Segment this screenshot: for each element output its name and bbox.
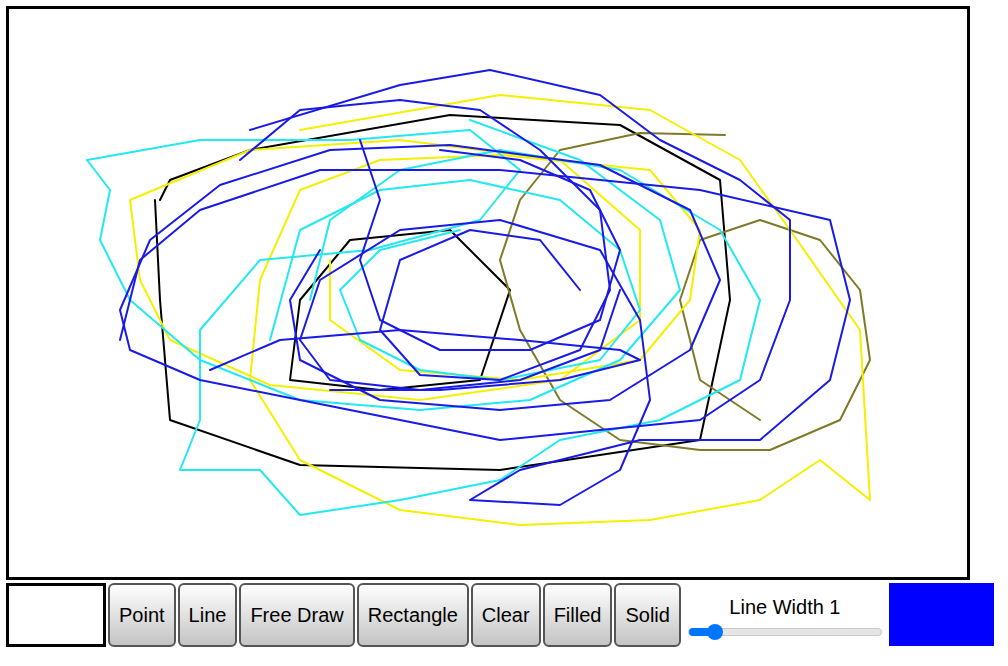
status-box bbox=[6, 583, 106, 647]
drawing-canvas[interactable] bbox=[6, 6, 970, 580]
tool-button[interactable]: Clear bbox=[471, 583, 541, 647]
toolbar: PointLineFree DrawRectangleClearFilledSo… bbox=[6, 583, 1008, 647]
stroke bbox=[240, 100, 610, 380]
line-width-control: Line Width 1 bbox=[685, 583, 885, 647]
tool-button[interactable]: Filled bbox=[543, 583, 613, 647]
stroke bbox=[87, 130, 760, 515]
line-width-track[interactable] bbox=[688, 628, 882, 636]
tool-button[interactable]: Free Draw bbox=[239, 583, 354, 647]
tool-button[interactable]: Point bbox=[108, 583, 176, 647]
line-width-label: Line Width 1 bbox=[729, 595, 840, 619]
color-swatch[interactable] bbox=[889, 583, 994, 646]
stroke bbox=[360, 140, 620, 350]
tool-button[interactable]: Solid bbox=[614, 583, 680, 647]
stroke bbox=[120, 170, 850, 505]
tool-button[interactable]: Line bbox=[178, 583, 238, 647]
tool-button[interactable]: Rectangle bbox=[357, 583, 469, 647]
stroke bbox=[210, 330, 640, 390]
line-width-thumb[interactable] bbox=[707, 624, 723, 640]
stroke bbox=[500, 133, 870, 450]
stroke bbox=[120, 70, 790, 440]
